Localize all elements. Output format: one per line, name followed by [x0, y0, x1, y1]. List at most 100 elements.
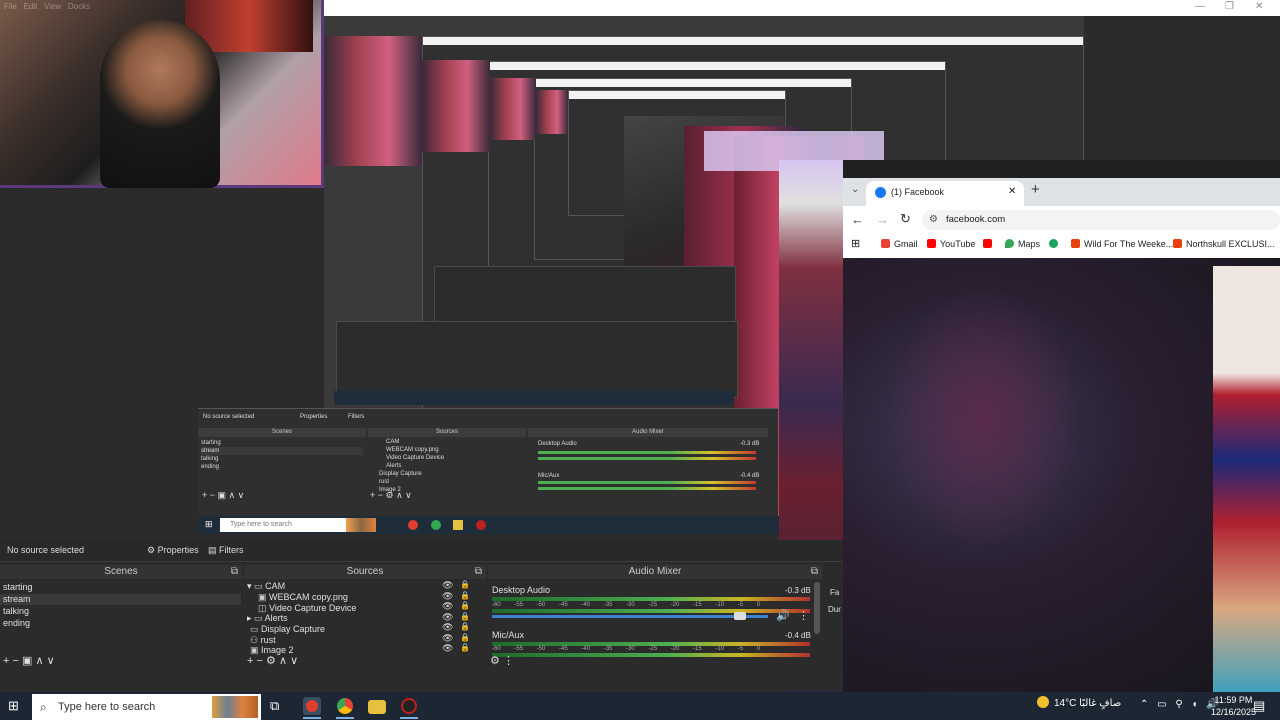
side-label: Dur	[828, 605, 841, 614]
obs-studio-icon[interactable]	[400, 697, 418, 715]
weather-widget[interactable]: 14°C صافٍ غالبًا	[1037, 696, 1121, 709]
remove-source-button[interactable]: −	[257, 655, 263, 667]
bookmark-youtube[interactable]: YouTube	[927, 239, 975, 249]
new-tab-button[interactable]: +	[1031, 181, 1040, 198]
faded-menu: File Edit View Docks	[4, 2, 91, 11]
tab-search-icon[interactable]: ⌄	[851, 184, 859, 195]
reload-button[interactable]: ↻	[900, 211, 911, 227]
mixer-menu-button[interactable]: ⋮	[503, 655, 514, 667]
meter-scale: -60 -55 -50 -45 -40 -35 -30 -25 -20 -15 …	[492, 602, 761, 608]
bookmark-northskull[interactable]: Northskull EXCLUSI...	[1173, 239, 1275, 249]
scene-item[interactable]: starting	[3, 582, 33, 593]
bookmark-wild-for-the-weekend[interactable]: Wild For The Weeke...	[1071, 239, 1173, 249]
notifications-icon[interactable]: ▤	[1253, 698, 1265, 714]
mic-meter-2	[492, 653, 810, 657]
desktop-volume-handle[interactable]	[734, 612, 747, 620]
move-up-button[interactable]: ∧	[279, 655, 287, 667]
source-toolbar-bottom: + − ⚙ ∧ ∨	[247, 654, 298, 667]
taskbar-preview-level-1: ⊞ Type here to search	[198, 516, 843, 534]
scene-item[interactable]: talking	[3, 606, 29, 617]
audio-mixer-header: Audio Mixer ⧉	[488, 565, 822, 579]
source-item[interactable]: ▭ Display Capture	[250, 624, 325, 635]
address-bar[interactable]: ⚙ facebook.com	[922, 210, 1280, 230]
search-icon: ⌕	[40, 700, 47, 714]
mic-aux-label: Mic/Aux	[492, 630, 525, 640]
remove-scene-button[interactable]: −	[13, 655, 19, 667]
move-down-button[interactable]: ∨	[47, 655, 55, 667]
source-item[interactable]: ▸ ▭ Alerts	[247, 613, 288, 624]
obs-title-bar: — ❐ ✕	[322, 0, 1280, 16]
meter-scale: -60 -55 -50 -45 -40 -35 -30 -25 -20 -15 …	[492, 646, 761, 652]
file-explorer-icon[interactable]	[368, 700, 386, 714]
bookmark-gmail[interactable]: Gmail	[881, 239, 918, 249]
facebook-video-content[interactable]	[843, 258, 1280, 695]
kebab-menu-icon[interactable]: ⋮	[798, 609, 809, 622]
windows-start-icon[interactable]: ⊞	[8, 698, 19, 714]
advanced-audio-button[interactable]: ⚙	[490, 655, 500, 667]
chrome-taskbar-icon[interactable]	[336, 697, 354, 715]
bookmarks-bar: ⊞ Gmail YouTube Maps Wild For The Weeke.…	[843, 234, 1280, 259]
close-icon[interactable]: ✕	[1255, 1, 1263, 12]
undock-icon[interactable]: ⧉	[811, 565, 818, 579]
source-item[interactable]: ▣ WEBCAM copy.png	[258, 592, 348, 603]
scene-filter-button[interactable]: ▣	[22, 655, 32, 667]
filters-button[interactable]: ▤ Filters	[208, 545, 244, 556]
forward-button[interactable]: →	[876, 212, 889, 227]
mixer-toolbar: ⚙ ⋮	[490, 654, 514, 667]
move-up-button[interactable]: ∧	[35, 655, 43, 667]
site-info-icon[interactable]: ⚙	[929, 210, 938, 230]
scene-toolbar: + − ▣ ∧ ∨	[3, 654, 55, 667]
bookmark-extension[interactable]	[1049, 239, 1062, 249]
move-down-button[interactable]: ∨	[290, 655, 298, 667]
scene-item[interactable]: ending	[3, 618, 30, 629]
bookmark-maps[interactable]: Maps	[1005, 239, 1040, 249]
source-item[interactable]: ▾ ▭ CAM	[247, 581, 285, 592]
side-label: Fa	[830, 588, 840, 597]
apps-icon[interactable]: ⊞	[851, 237, 860, 250]
source-toolbar: No source selected ⚙ Properties ▤ Filter…	[0, 541, 843, 562]
url-text: facebook.com	[946, 214, 1006, 225]
minimize-icon[interactable]: —	[1195, 1, 1205, 12]
taskbar-search[interactable]: ⌕ Type here to search	[32, 694, 261, 720]
undock-icon[interactable]: ⧉	[231, 565, 238, 579]
obs-preview-level-1: No source selected Properties Filters Sc…	[198, 408, 778, 519]
desktop-audio-meter	[492, 597, 810, 601]
clock[interactable]: 11:59 PM 12/16/2025	[1211, 694, 1256, 718]
no-source-label: No source selected	[7, 545, 85, 555]
desktop-audio-label: Desktop Audio	[492, 585, 551, 595]
back-button[interactable]: ←	[851, 212, 864, 227]
speaker-icon[interactable]: 🔊	[776, 609, 790, 622]
properties-button[interactable]: ⚙ Properties	[147, 545, 199, 556]
bookmark-youtube-icon[interactable]	[983, 239, 996, 249]
source-settings-button[interactable]: ⚙	[266, 655, 276, 667]
tab-facebook[interactable]: (1) Facebook ✕	[866, 181, 1024, 206]
sources-header: Sources ⧉	[244, 565, 486, 579]
restore-icon[interactable]: ❐	[1225, 1, 1234, 12]
system-tray[interactable]: ⌃ ▭ ⚲ ◖ 🔊	[1140, 699, 1219, 710]
desktop-audio-db: -0.3 dB	[785, 586, 811, 595]
add-scene-button[interactable]: +	[3, 655, 9, 667]
task-view-icon[interactable]: ⧉	[270, 698, 279, 714]
search-highlight-image	[212, 696, 258, 718]
video-person	[1213, 266, 1280, 695]
scene-item-selected[interactable]: stream	[0, 594, 241, 605]
visibility-icons[interactable]: 👁 👁 👁 👁 👁 👁 👁	[442, 580, 453, 654]
desktop-volume-slider[interactable]	[492, 615, 768, 618]
mic-aux-db: -0.4 dB	[785, 631, 811, 640]
add-source-button[interactable]: +	[247, 655, 253, 667]
close-tab-icon[interactable]: ✕	[1008, 186, 1016, 197]
obs-taskbar-icon[interactable]	[303, 697, 321, 715]
tab-title: (1) Facebook	[891, 187, 945, 197]
gear-icon: ⚙	[147, 545, 156, 555]
facebook-icon	[875, 187, 886, 198]
webcam-feed: File Edit View Docks	[0, 0, 324, 188]
scenes-header: Scenes ⧉	[0, 565, 242, 579]
filter-icon: ▤	[208, 545, 217, 555]
search-placeholder: Type here to search	[58, 701, 156, 713]
desktop-audio-meter-2	[492, 609, 810, 613]
undock-icon[interactable]: ⧉	[475, 565, 482, 579]
moon-icon	[1037, 696, 1049, 708]
mixer-scrollbar[interactable]	[814, 582, 820, 634]
lock-icons[interactable]: 🔒 🔒 🔒 🔒 🔒 🔒 🔒	[460, 580, 470, 654]
streamer	[100, 20, 220, 188]
